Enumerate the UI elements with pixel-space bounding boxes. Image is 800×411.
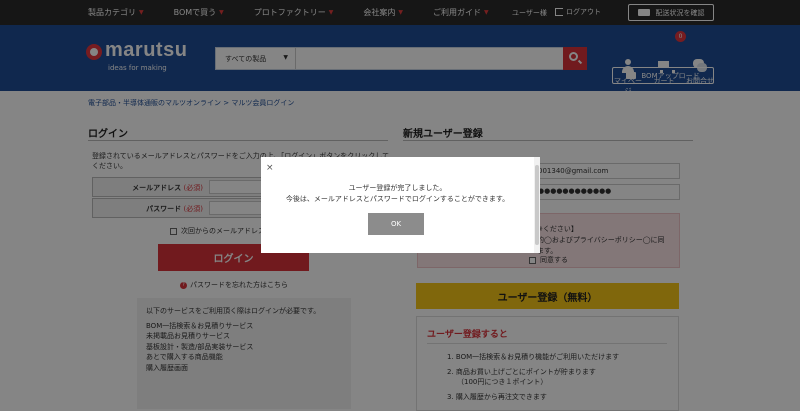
scrollbar-thumb[interactable] bbox=[535, 165, 539, 245]
registration-complete-dialog: × ユーザー登録が完了しました。 今後は、メールアドレスとパスワードでログインす… bbox=[261, 157, 540, 253]
dialog-message: 今後は、メールアドレスとパスワードでログインすることができます。 bbox=[285, 195, 510, 203]
dialog-scrollbar[interactable] bbox=[534, 157, 540, 253]
dialog-message: ユーザー登録が完了しました。 bbox=[348, 184, 447, 192]
ok-button[interactable]: OK bbox=[368, 213, 424, 235]
close-icon[interactable]: × bbox=[266, 163, 274, 173]
